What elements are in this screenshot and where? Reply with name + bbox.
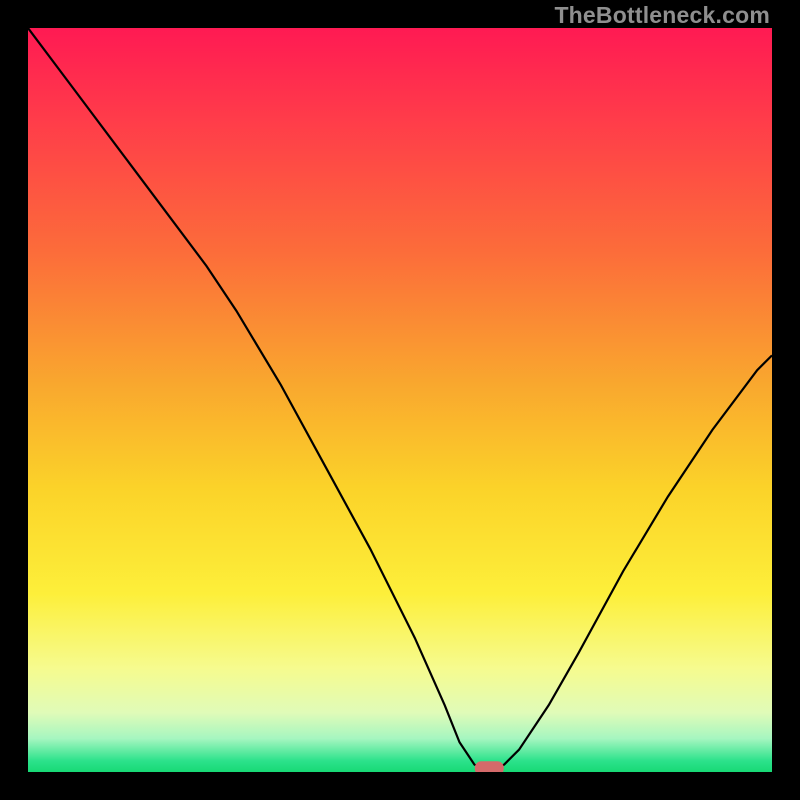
chart-frame: TheBottleneck.com bbox=[0, 0, 800, 800]
plot-area bbox=[28, 28, 772, 772]
optimal-marker bbox=[475, 762, 503, 772]
chart-svg bbox=[28, 28, 772, 772]
gradient-background bbox=[28, 28, 772, 772]
watermark-text: TheBottleneck.com bbox=[554, 2, 770, 29]
